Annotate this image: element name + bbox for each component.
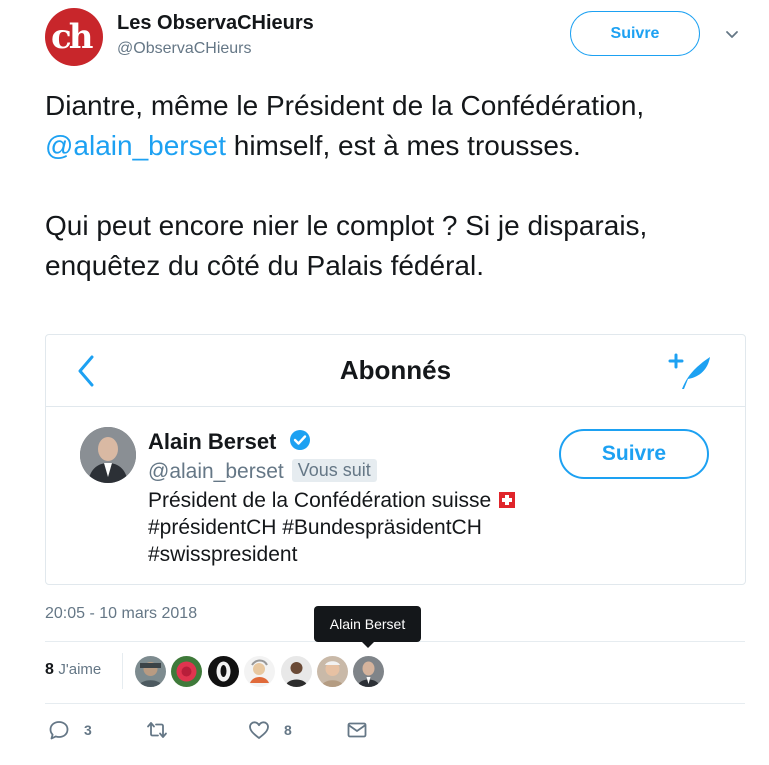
liker-avatar[interactable] <box>208 656 239 687</box>
liker-avatar[interactable] <box>353 656 384 687</box>
verified-badge-icon <box>289 430 310 450</box>
retweet-icon <box>147 722 167 738</box>
divider <box>45 703 745 704</box>
tweet-text-segment: himself, est à mes trousses. <box>225 130 581 161</box>
direct-message-button[interactable] <box>346 718 368 742</box>
heart-icon <box>249 721 269 739</box>
author-handle[interactable]: @ObservaCHieurs <box>117 40 252 58</box>
tweet-paragraph-1: Diantre, même le Président de la Confédé… <box>45 86 745 166</box>
profile-name-text: Alain Berset <box>148 429 277 454</box>
author-avatar[interactable]: ch <box>45 8 103 66</box>
author-avatar-logo: ch <box>51 17 93 57</box>
image-title: Abonnés <box>339 355 452 385</box>
attached-image[interactable]: Abonnés Alain Berset @alain_berset Vous s… <box>45 334 746 585</box>
profile-handle-text: @alain_berset <box>148 460 284 483</box>
liker-avatar[interactable] <box>171 656 202 687</box>
bio-line: #swisspresident <box>148 543 298 566</box>
follow-button[interactable]: Suivre <box>570 11 700 56</box>
tweet-header: ch Les ObservaCHieurs @ObservaCHieurs Su… <box>45 8 750 68</box>
profile-avatar <box>80 427 136 483</box>
chevron-down-icon[interactable] <box>725 28 739 42</box>
vertical-divider <box>122 653 123 689</box>
tweet-text-segment: Diantre, même le Président de la Confédé… <box>45 90 645 121</box>
bio-line: #présidentCH #BundespräsidentCH <box>148 516 482 539</box>
like-button[interactable]: 8 <box>248 718 292 742</box>
reply-button[interactable]: 3 <box>48 718 92 742</box>
profile-bio: Président de la Confédération suisse #pr… <box>148 487 598 568</box>
liker-avatar[interactable] <box>281 656 312 687</box>
likes-count: 8 <box>45 661 54 678</box>
retweet-button[interactable] <box>146 718 168 742</box>
liker-tooltip: Alain Berset <box>314 606 421 642</box>
tweet-text: Diantre, même le Président de la Confédé… <box>45 86 745 286</box>
compose-tweet-icon <box>668 353 710 389</box>
reply-count: 3 <box>84 722 92 738</box>
mention-link[interactable]: @alain_berset <box>45 130 226 161</box>
tweet-timestamp[interactable]: 20:05 - 10 mars 2018 <box>45 605 197 623</box>
tweet-paragraph-2: Qui peut encore nier le complot ? Si je … <box>45 210 648 281</box>
liker-avatar[interactable] <box>135 656 166 687</box>
reply-icon <box>49 721 69 740</box>
profile-handle: @alain_berset Vous suit <box>148 459 377 484</box>
envelope-icon <box>347 722 367 738</box>
author-name[interactable]: Les ObservaCHieurs <box>117 12 314 35</box>
image-navbar: Abonnés <box>46 335 745 407</box>
liker-avatar[interactable] <box>317 656 348 687</box>
profile-follow-button-image: Suivre <box>559 429 709 479</box>
likes-label: J'aime <box>58 661 102 678</box>
liker-avatar[interactable] <box>244 656 275 687</box>
profile-name: Alain Berset <box>148 429 311 455</box>
follows-you-badge: Vous suit <box>291 459 377 482</box>
like-count: 8 <box>284 722 292 738</box>
bio-line: Président de la Confédération suisse <box>148 489 492 512</box>
likes-summary[interactable]: 8 J'aime <box>45 661 101 679</box>
swiss-flag-icon <box>499 492 516 508</box>
tooltip-arrow <box>361 641 375 648</box>
